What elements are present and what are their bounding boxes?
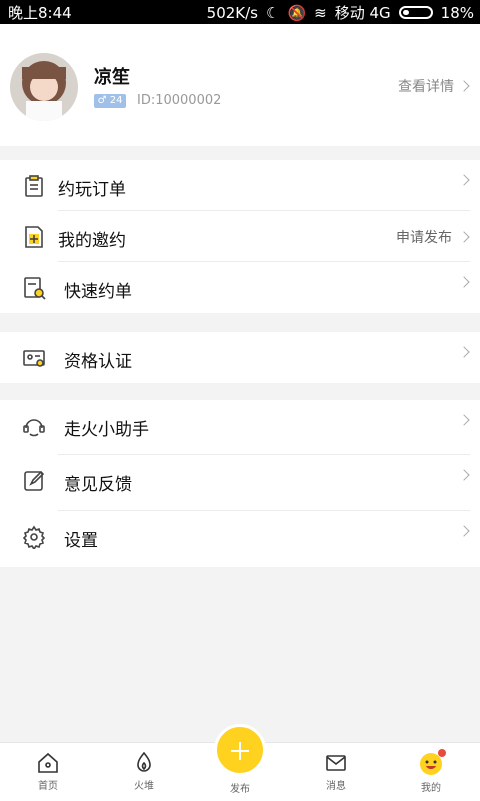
flame-icon (137, 751, 151, 772)
tab-messages[interactable]: 消息 (306, 751, 366, 792)
battery-level: 18% (440, 3, 474, 22)
menu-item-label: 资格认证 (64, 352, 132, 372)
user-id: ID:10000002 (137, 93, 222, 108)
notification-dot (438, 749, 446, 757)
tab-label: 火堆 (134, 781, 154, 792)
chevron-right-icon (458, 276, 470, 288)
gender-age-badge: ♂ 24 (94, 94, 126, 108)
tab-label: 我的 (421, 783, 441, 794)
user-name: 凉笙 (94, 67, 130, 88)
menu-item-settings[interactable]: 设置 (0, 511, 480, 567)
id-card-icon (23, 350, 45, 367)
wifi-icon: ≋ (314, 3, 327, 22)
menu-item-label: 意见反馈 (64, 475, 132, 495)
menu-item-quick-order[interactable]: 快速约单 (0, 262, 480, 313)
mail-icon (326, 755, 346, 771)
menu-item-label: 设置 (64, 531, 98, 551)
publish-button[interactable] (214, 724, 266, 776)
menu-item-label: 约玩订单 (58, 180, 126, 200)
menu-item-feedback[interactable]: 意见反馈 (0, 455, 480, 511)
status-bar: 晚上8:44 502K/s ☾ 🔕 ≋ 移动 4G 18% (0, 0, 480, 24)
search-order-icon (24, 277, 46, 300)
battery-icon (398, 6, 433, 19)
invite-add-icon (25, 226, 43, 248)
tab-home[interactable]: 首页 (18, 751, 78, 792)
menu-item-orders[interactable]: 约玩订单 (0, 160, 480, 211)
tab-fire[interactable]: 火堆 (114, 751, 174, 792)
view-details-label: 查看详情 (398, 79, 454, 95)
menu-item-assistant[interactable]: 走火小助手 (0, 400, 480, 455)
chevron-right-icon (458, 231, 470, 243)
menu-item-label: 走火小助手 (64, 420, 149, 440)
feedback-icon (24, 470, 45, 491)
menu-group-orders: 约玩订单 我的邀约 申请发布 快速约单 (0, 160, 480, 313)
assistant-icon (23, 419, 45, 437)
mute-icon: 🔕 (287, 3, 307, 22)
profile-header[interactable]: 凉笙 ♂ 24 ID:10000002 查看详情 (0, 24, 480, 146)
clipboard-icon (25, 175, 43, 197)
menu-item-invitations[interactable]: 我的邀约 申请发布 (0, 211, 480, 262)
avatar[interactable] (10, 53, 78, 121)
chevron-right-icon (458, 525, 470, 537)
tab-label: 首页 (38, 781, 58, 792)
chevron-right-icon (458, 346, 470, 358)
moon-icon: ☾ (266, 3, 280, 22)
tab-mine[interactable]: 我的 (401, 751, 461, 794)
tab-label: 消息 (326, 781, 346, 792)
menu-item-label: 我的邀约 (58, 231, 126, 251)
menu-item-label: 快速约单 (64, 282, 132, 302)
carrier-label: 移动 4G (334, 4, 391, 22)
menu-item-verification[interactable]: 资格认证 (0, 332, 480, 383)
chevron-right-icon (458, 174, 470, 186)
chevron-right-icon (458, 469, 470, 481)
menu-group-verification: 资格认证 (0, 332, 480, 383)
apply-publish-link[interactable]: 申请发布 (396, 227, 452, 247)
network-speed: 502K/s (206, 3, 258, 22)
view-details-link[interactable]: 查看详情 (398, 76, 470, 96)
status-time: 晚上8:44 (8, 4, 72, 22)
chevron-right-icon (458, 414, 470, 426)
menu-group-support: 走火小助手 意见反馈 设置 (0, 400, 480, 567)
home-icon (38, 752, 58, 773)
settings-icon (22, 525, 46, 549)
chevron-right-icon (458, 80, 470, 92)
publish-label: 发布 (230, 784, 250, 795)
